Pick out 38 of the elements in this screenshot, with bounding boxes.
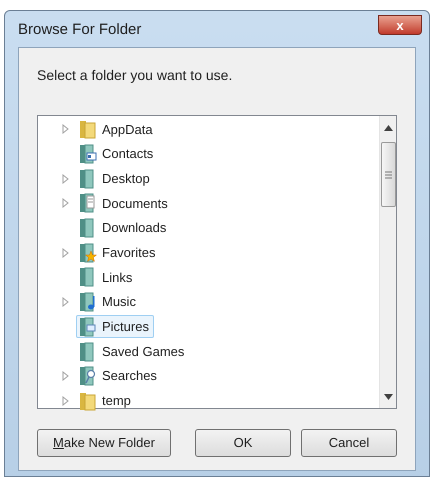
expand-arrow-icon[interactable] xyxy=(62,396,69,406)
scrollbar[interactable] xyxy=(379,116,396,408)
scroll-thumb[interactable] xyxy=(380,142,396,207)
search-folder-icon xyxy=(79,366,97,386)
tree-item[interactable]: Desktop xyxy=(76,167,155,190)
dialog-button[interactable]: OK xyxy=(195,429,291,457)
tree-item[interactable]: Downloads xyxy=(76,216,172,240)
expand-arrow-icon[interactable] xyxy=(62,371,69,382)
dialog-button[interactable]: Make New Folder xyxy=(37,429,171,457)
contacts-folder-icon xyxy=(79,144,97,164)
tree-item[interactable]: Documents xyxy=(76,192,173,215)
tree-item[interactable]: Saved Games xyxy=(76,340,190,364)
expand-arrow-icon[interactable] xyxy=(62,124,69,134)
tree-item[interactable]: Links xyxy=(76,266,138,289)
folder-icon xyxy=(79,390,97,411)
scroll-down-icon[interactable] xyxy=(384,394,392,400)
expand-arrow-icon[interactable] xyxy=(62,297,69,308)
scroll-up-icon[interactable] xyxy=(384,125,392,131)
tree-item[interactable]: AppData xyxy=(76,118,158,141)
grip-icon xyxy=(384,170,392,178)
tree-item[interactable]: temp xyxy=(76,389,136,412)
expand-arrow-icon[interactable] xyxy=(62,248,69,258)
music-folder-icon xyxy=(79,292,97,312)
star-folder-icon xyxy=(79,242,97,263)
pictures-folder-icon xyxy=(79,316,97,337)
dialog-button[interactable]: Cancel xyxy=(301,429,397,457)
tree-item[interactable]: Searches xyxy=(76,364,162,388)
prompt-text: Select a folder you want to use. xyxy=(37,66,234,85)
expand-arrow-icon[interactable] xyxy=(62,198,69,208)
window-title: Browse For Folder xyxy=(18,20,142,40)
documents-folder-icon xyxy=(79,193,97,214)
tree-item[interactable]: Favorites xyxy=(76,241,160,264)
tree-item[interactable]: Music xyxy=(76,290,141,314)
tree-item[interactable]: Contacts xyxy=(76,142,158,166)
close-button[interactable]: x xyxy=(378,15,422,35)
expand-arrow-icon[interactable] xyxy=(62,174,69,184)
tree-item[interactable]: Pictures xyxy=(76,315,154,338)
folder-icon xyxy=(79,119,97,140)
